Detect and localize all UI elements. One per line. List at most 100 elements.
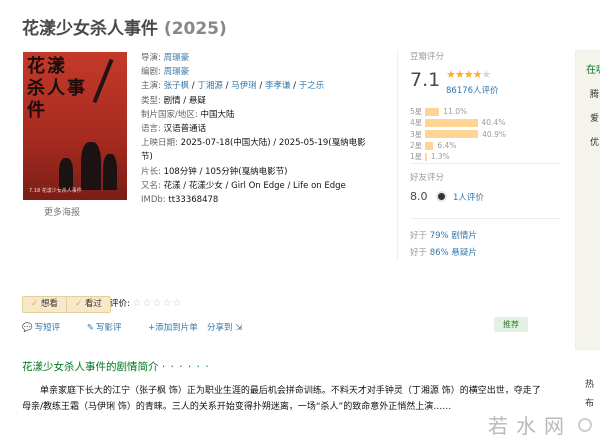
share-button[interactable]: 分享到 ⇲ [207,321,242,333]
synopsis-dots: · · · · · · [161,361,210,373]
movie-title: 花漾少女杀人事件 [22,19,158,39]
rating-bar-percent: 6.4% [437,141,457,151]
synopsis-text: 单亲家庭下长大的江宁（张子枫 饰）正为职业生涯的最后机会拼命训练。不料天才对手钟… [22,386,541,412]
watermark-circle [578,418,592,432]
add-to-list-link[interactable]: +添加到片单 [148,323,198,333]
review-label: 写影评 [95,323,122,333]
rating-bar-percent: 11.0% [443,107,468,117]
info-row: 又名: 花漾 / 花漾少女 / Girl On Edge / Life on E… [141,179,386,193]
info-key: 编剧: [141,67,164,78]
person-link[interactable]: 周璟豪 [164,67,190,77]
rating-bar-row: 5星 11.0% [410,106,560,117]
rating-count-link[interactable]: 86176人评价 [446,84,499,96]
want-to-watch-button[interactable]: ✓ 想看 [22,296,67,313]
rating-bar-percent: 40.4% [481,118,506,128]
info-row: IMDb: tt33368478 [141,193,386,207]
rating-bar-row: 2星 6.4% [410,140,560,151]
pencil-icon: ✎ [86,323,94,333]
side-related-line: 布 [585,399,595,409]
info-row: 导演: 周璟豪 [141,51,386,65]
poster-title-art: 花漾 杀人事件 [27,56,87,121]
better-than-genre-1: 好于 79% 剧情片 [410,229,477,241]
info-key: IMDb: [141,195,169,206]
info-value: 周璟豪 [164,67,190,77]
rating-distribution: 5星 11.0% 4星 40.4% 3星 40.9% 2星 6.4% 1星 1.3% [410,106,560,162]
better-genre-link[interactable]: 79% 剧情片 [430,231,477,241]
rating-stars-off: ★ [481,68,491,81]
platform-item[interactable]: 爱 [590,111,599,124]
rating-stars: ★★★★★ [446,68,491,81]
rating-bar-label: 5星 [410,107,423,117]
friend-count-link[interactable]: 1人评价 [453,191,484,203]
rating-bar-row: 1星 1.3% [410,151,560,162]
rating-bar-label: 3星 [410,129,423,139]
rating-bar-fill [425,118,478,127]
share-label: 分享到 [207,323,233,333]
movie-year: (2025) [163,19,227,39]
info-value: 张子枫 / 丁湘源 / 马伊琍 / 李孝谦 / 于之乐 [163,81,325,92]
short-review-label: 写短评 [34,323,61,333]
rate-label: 评价: [110,299,130,309]
platform-item[interactable]: 腾 [590,87,599,100]
synopsis-title-text: 花漾少女杀人事件的剧情简介 [22,361,159,373]
info-key: 制片国家/地区: [141,109,201,120]
info-row: 主演: 张子枫 / 丁湘源 / 马伊琍 / 李孝谦 / 于之乐 [141,79,386,93]
poster-figure [81,142,101,190]
poster-figure [103,154,117,190]
rate-stars-input[interactable]: ☆☆☆☆☆ [133,298,183,309]
person-link[interactable]: 马伊琍 [231,81,257,91]
synopsis-title: 花漾少女杀人事件的剧情简介 · · · · · · [22,359,210,374]
info-row: 节) [141,150,386,164]
person-link[interactable]: 丁湘源 [197,81,223,91]
more-posters-link[interactable]: 更多海报 [44,205,80,218]
better-genre-link[interactable]: 86% 悬疑片 [430,248,477,258]
info-value: 中国大陆 [200,109,235,120]
rating-bar-fill [425,152,427,161]
info-key: 语言: [141,124,164,135]
info-row: 语言: 汉语普通话 [141,122,386,136]
rating-bar-fill [425,130,479,139]
recommend-button[interactable]: 推荐 [494,317,528,332]
where-to-watch-panel: 在哪儿看 腾 爱 优 [575,50,600,350]
write-short-review-link[interactable]: 💬 写短评 [22,323,72,333]
rating-bar-fill [425,107,440,116]
friend-avatar[interactable] [436,191,447,202]
want-label: 想看 [40,299,58,309]
person-link[interactable]: 于之乐 [299,81,325,91]
info-key: 主演: [141,81,164,92]
poster-caption: 7.18 花漾少女杀人事件 [29,188,82,194]
rating-bar-percent: 40.9% [482,129,506,139]
info-value: 汉语普通话 [163,124,207,135]
comment-icon: 💬 [22,323,33,333]
info-value: 2025-07-18(中国大陆) / 2025-05-19(戛纳电影 [180,138,366,149]
info-value: 节) [141,152,153,163]
write-review-link[interactable]: ✎ 写影评 [87,323,134,333]
info-row: 编剧: 周璟豪 [141,65,386,79]
movie-poster[interactable]: 花漾 杀人事件 7.18 花漾少女杀人事件 [23,52,127,200]
review-actions: 💬 写短评 ✎ 写影评 +添加到片单 [22,321,210,333]
info-value: 108分钟 / 105分钟(戛纳电影节) [163,166,288,177]
info-key: 又名: [141,180,164,191]
info-key: 片长: [141,166,164,177]
page-title: 花漾少女杀人事件 (2025) [22,14,227,39]
info-row: 片长: 108分钟 / 105分钟(戛纳电影节) [141,165,386,179]
share-icon: ⇲ [235,323,243,333]
rating-bar-label: 4星 [410,118,423,128]
rating-bar-row: 4星 40.4% [410,117,560,128]
watched-button[interactable]: ✓ 看过 [66,296,111,313]
rating-score: 7.1 [410,69,441,91]
platform-item[interactable]: 优 [590,135,599,148]
rating-bar-fill [425,141,434,150]
person-link[interactable]: 李孝谦 [265,81,291,91]
info-value: 剧情 / 悬疑 [163,95,206,106]
rating-panel: 豆瓣评分 7.1 ★★★★★ 86176人评价 5星 11.0% 4星 40.4% 3星… [397,50,562,260]
where-to-watch-header: 在哪儿看 [586,65,600,76]
info-key: 导演: [141,53,164,63]
rating-bar-percent: 1.3% [430,152,450,162]
info-value: 周璟豪 [164,53,190,63]
info-key: 上映日期: [141,138,181,149]
person-link[interactable]: 周璟豪 [164,53,190,63]
rating-stars-on: ★★★★ [446,68,482,81]
person-link[interactable]: 张子枫 [164,81,190,91]
side-related[interactable]: 热 布 [585,377,594,409]
